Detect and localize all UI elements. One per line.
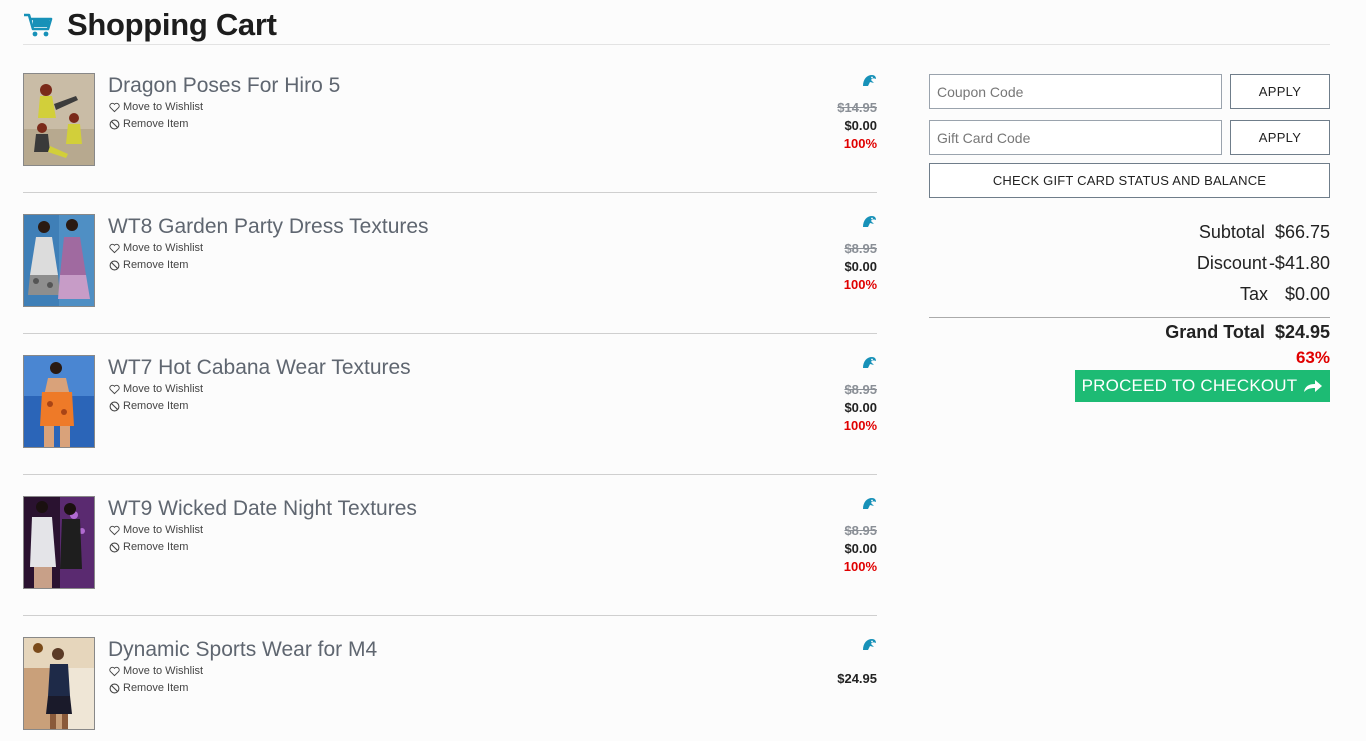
platinum-club-badge-icon bbox=[863, 216, 876, 227]
savings-percent: 63% bbox=[1295, 348, 1330, 367]
wishlist-label: Move to Wishlist bbox=[123, 242, 204, 254]
move-to-wishlist-link[interactable]: Move to Wishlist bbox=[109, 101, 203, 113]
proceed-to-checkout-button[interactable]: PROCEED TO CHECKOUT bbox=[1075, 370, 1330, 402]
apply-gift-card-button[interactable]: APPLY bbox=[1230, 120, 1330, 155]
move-to-wishlist-link[interactable]: Move to Wishlist bbox=[109, 242, 203, 254]
move-to-wishlist-link[interactable]: Move to Wishlist bbox=[109, 383, 203, 395]
wishlist-label: Move to Wishlist bbox=[123, 665, 204, 677]
cart-item: Dragon Poses For Hiro 5 Move to Wishlist… bbox=[23, 52, 877, 193]
heart-icon bbox=[109, 102, 120, 112]
remove-item-link[interactable]: Remove Item bbox=[109, 682, 188, 694]
page-title: Shopping Cart bbox=[67, 7, 277, 42]
remove-label: Remove Item bbox=[123, 541, 189, 553]
ban-icon bbox=[109, 260, 120, 270]
original-price: $8.95 bbox=[844, 523, 877, 538]
platinum-club-badge-icon bbox=[863, 639, 876, 650]
grand-total-row: Grand Total $24.95 bbox=[929, 322, 1330, 348]
order-totals: Subtotal $66.75 Discount -$41.80 Tax $0.… bbox=[929, 222, 1330, 402]
current-price: $0.00 bbox=[844, 259, 877, 274]
product-thumbnail[interactable] bbox=[23, 496, 95, 589]
platinum-club-badge-icon bbox=[863, 357, 876, 368]
checkout-label: PROCEED TO CHECKOUT bbox=[1081, 376, 1298, 395]
remove-item-link[interactable]: Remove Item bbox=[109, 118, 188, 130]
ban-icon bbox=[109, 401, 120, 411]
price-column: $8.95 $0.00 100% bbox=[757, 215, 877, 295]
remove-item-link[interactable]: Remove Item bbox=[109, 400, 188, 412]
remove-item-link[interactable]: Remove Item bbox=[109, 541, 188, 553]
platinum-club-badge-icon bbox=[863, 75, 876, 86]
current-price: $0.00 bbox=[844, 400, 877, 415]
totals-divider bbox=[929, 317, 1330, 318]
coupon-code-input[interactable] bbox=[929, 74, 1222, 109]
cart-summary-panel: APPLY APPLY CHECK GIFT CARD STATUS AND B… bbox=[929, 74, 1330, 402]
wishlist-label: Move to Wishlist bbox=[123, 383, 204, 395]
grand-total-value: $24.95 bbox=[1274, 322, 1330, 342]
discount-label: Discount bbox=[1196, 253, 1267, 273]
ban-icon bbox=[109, 119, 120, 129]
discount-row: Discount -$41.80 bbox=[929, 253, 1330, 284]
discount-value: -$41.80 bbox=[1268, 253, 1330, 273]
heart-icon bbox=[109, 525, 120, 535]
price-column: $24.95 bbox=[757, 638, 877, 689]
subtotal-row: Subtotal $66.75 bbox=[929, 222, 1330, 253]
coupon-row: APPLY bbox=[929, 74, 1330, 109]
product-name[interactable]: WT8 Garden Party Dress Textures bbox=[108, 215, 429, 239]
current-price: $0.00 bbox=[844, 541, 877, 556]
cart-item: WT9 Wicked Date Night Textures Move to W… bbox=[23, 475, 877, 616]
cart-item-list: Dragon Poses For Hiro 5 Move to Wishlist… bbox=[23, 52, 877, 741]
check-gift-card-balance-button[interactable]: CHECK GIFT CARD STATUS AND BALANCE bbox=[929, 163, 1330, 198]
gift-card-code-input[interactable] bbox=[929, 120, 1222, 155]
current-price: $24.95 bbox=[837, 671, 877, 686]
discount-percent: 100% bbox=[843, 559, 877, 574]
heart-icon bbox=[109, 384, 120, 394]
move-to-wishlist-link[interactable]: Move to Wishlist bbox=[109, 665, 203, 677]
cart-icon bbox=[24, 13, 53, 37]
product-thumbnail[interactable] bbox=[23, 637, 95, 730]
ban-icon bbox=[109, 683, 120, 693]
subtotal-value: $66.75 bbox=[1274, 222, 1330, 242]
current-price: $0.00 bbox=[844, 118, 877, 133]
wishlist-label: Move to Wishlist bbox=[123, 524, 204, 536]
product-name[interactable]: WT9 Wicked Date Night Textures bbox=[108, 497, 417, 521]
tax-value: $0.00 bbox=[1284, 284, 1330, 304]
ban-icon bbox=[109, 542, 120, 552]
price-column: $14.95 $0.00 100% bbox=[757, 74, 877, 154]
cart-item: WT8 Garden Party Dress Textures Move to … bbox=[23, 193, 877, 334]
share-arrow-icon bbox=[1304, 380, 1323, 392]
remove-item-link[interactable]: Remove Item bbox=[109, 259, 188, 271]
remove-label: Remove Item bbox=[123, 400, 189, 412]
original-price: $8.95 bbox=[844, 382, 877, 397]
product-name[interactable]: Dragon Poses For Hiro 5 bbox=[108, 74, 340, 98]
discount-percent: 100% bbox=[843, 418, 877, 433]
original-price: $8.95 bbox=[844, 241, 877, 256]
wishlist-label: Move to Wishlist bbox=[123, 101, 204, 113]
discount-percent: 100% bbox=[843, 277, 877, 292]
product-name[interactable]: Dynamic Sports Wear for M4 bbox=[108, 638, 377, 662]
gift-card-row: APPLY bbox=[929, 120, 1330, 155]
platinum-club-badge-icon bbox=[863, 498, 876, 509]
price-column: $8.95 $0.00 100% bbox=[757, 356, 877, 436]
remove-label: Remove Item bbox=[123, 259, 189, 271]
product-thumbnail[interactable] bbox=[23, 214, 95, 307]
tax-row: Tax $0.00 bbox=[929, 284, 1330, 315]
tax-label: Tax bbox=[1239, 284, 1268, 304]
heart-icon bbox=[109, 243, 120, 253]
product-thumbnail[interactable] bbox=[23, 355, 95, 448]
remove-label: Remove Item bbox=[123, 118, 189, 130]
original-price: $14.95 bbox=[837, 100, 877, 115]
apply-coupon-button[interactable]: APPLY bbox=[1230, 74, 1330, 109]
cart-item: WT7 Hot Cabana Wear Textures Move to Wis… bbox=[23, 334, 877, 475]
grand-total-label: Grand Total bbox=[1165, 322, 1265, 342]
product-name[interactable]: WT7 Hot Cabana Wear Textures bbox=[108, 356, 411, 380]
remove-label: Remove Item bbox=[123, 682, 189, 694]
move-to-wishlist-link[interactable]: Move to Wishlist bbox=[109, 524, 203, 536]
subtotal-label: Subtotal bbox=[1198, 222, 1265, 242]
discount-percent: 100% bbox=[843, 136, 877, 151]
cart-item: Dynamic Sports Wear for M4 Move to Wishl… bbox=[23, 616, 877, 741]
page-header: Shopping Cart bbox=[23, 6, 1330, 45]
heart-icon bbox=[109, 666, 120, 676]
product-thumbnail[interactable] bbox=[23, 73, 95, 166]
price-column: $8.95 $0.00 100% bbox=[757, 497, 877, 577]
shopping-cart-page: Shopping Cart Dragon Poses For Hiro 5 Mo… bbox=[0, 0, 1366, 741]
